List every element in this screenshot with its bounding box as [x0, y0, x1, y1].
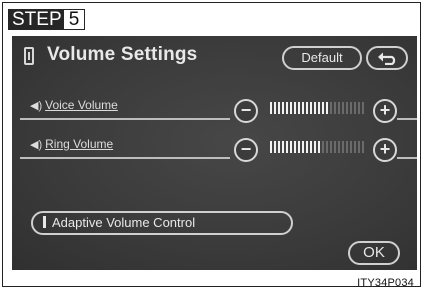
volume-meter-bar [350, 102, 352, 114]
volume-meter-bar [330, 102, 332, 114]
volume-meter-bar [314, 141, 316, 153]
volume-meter-bar [326, 141, 328, 153]
voice-volume-meter [270, 102, 366, 114]
step-number: 5 [63, 9, 85, 30]
adaptive-volume-control-button[interactable]: Adaptive Volume Control [31, 211, 293, 235]
volume-meter-bar [310, 102, 312, 114]
ring-volume-increase-button[interactable]: + [373, 138, 397, 162]
volume-settings-icon [24, 47, 34, 65]
speaker-icon: ◀) [30, 139, 43, 151]
indicator-light [43, 216, 46, 228]
volume-meter-bar [286, 141, 288, 153]
divider [20, 118, 230, 120]
volume-meter-bar [274, 102, 276, 114]
volume-meter-bar [282, 102, 284, 114]
divider [397, 118, 417, 120]
volume-meter-bar [302, 141, 304, 153]
volume-meter-bar [354, 102, 356, 114]
volume-meter-bar [322, 102, 324, 114]
display-screen: Volume Settings Default ◀) Voice Volume −… [12, 36, 417, 270]
volume-meter-bar [346, 141, 348, 153]
ring-volume-label: ◀) Ring Volume [30, 137, 114, 151]
volume-meter-bar [342, 102, 344, 114]
volume-meter-bar [342, 141, 344, 153]
screen-title: Volume Settings [47, 44, 198, 65]
volume-meter-bar [274, 141, 276, 153]
volume-meter-bar [294, 141, 296, 153]
volume-meter-bar [302, 102, 304, 114]
voice-volume-decrease-button[interactable]: − [234, 99, 258, 123]
volume-meter-bar [298, 102, 300, 114]
volume-meter-bar [270, 102, 272, 114]
voice-volume-increase-button[interactable]: + [373, 99, 397, 123]
speaker-icon: ◀) [30, 100, 43, 112]
volume-meter-bar [330, 141, 332, 153]
ring-volume-row: ◀) Ring Volume − + [12, 133, 417, 163]
volume-meter-bar [350, 141, 352, 153]
volume-meter-bar [362, 141, 364, 153]
volume-meter-bar [318, 102, 320, 114]
volume-meter-bar [310, 141, 312, 153]
volume-meter-bar [334, 141, 336, 153]
ok-button[interactable]: OK [348, 241, 400, 265]
divider [20, 157, 230, 159]
volume-meter-bar [306, 102, 308, 114]
volume-meter-bar [278, 102, 280, 114]
volume-meter-bar [318, 141, 320, 153]
back-button[interactable] [366, 46, 408, 70]
volume-meter-bar [354, 141, 356, 153]
volume-meter-bar [286, 102, 288, 114]
figure-caption: ITY34P034 [357, 277, 414, 289]
volume-meter-bar [326, 102, 328, 114]
volume-meter-bar [338, 102, 340, 114]
ring-volume-decrease-button[interactable]: − [234, 138, 258, 162]
ring-volume-meter [270, 141, 366, 153]
volume-meter-bar [334, 102, 336, 114]
volume-meter-bar [346, 102, 348, 114]
step-label: STEP [8, 9, 63, 30]
divider [397, 157, 417, 159]
volume-meter-bar [270, 141, 272, 153]
volume-meter-bar [298, 141, 300, 153]
volume-meter-bar [306, 141, 308, 153]
volume-meter-bar [278, 141, 280, 153]
volume-meter-bar [362, 102, 364, 114]
volume-meter-bar [338, 141, 340, 153]
volume-meter-bar [358, 102, 360, 114]
volume-meter-bar [282, 141, 284, 153]
volume-meter-bar [358, 141, 360, 153]
volume-meter-bar [294, 102, 296, 114]
volume-meter-bar [314, 102, 316, 114]
voice-volume-label: ◀) Voice Volume [30, 98, 118, 112]
volume-meter-bar [290, 141, 292, 153]
back-arrow-icon [378, 52, 396, 65]
default-button[interactable]: Default [282, 46, 362, 70]
figure-frame: STEP 5 Volume Settings Default ◀) Voice V… [2, 2, 421, 289]
voice-volume-row: ◀) Voice Volume − + [12, 94, 417, 124]
volume-meter-bar [290, 102, 292, 114]
volume-meter-bar [322, 141, 324, 153]
